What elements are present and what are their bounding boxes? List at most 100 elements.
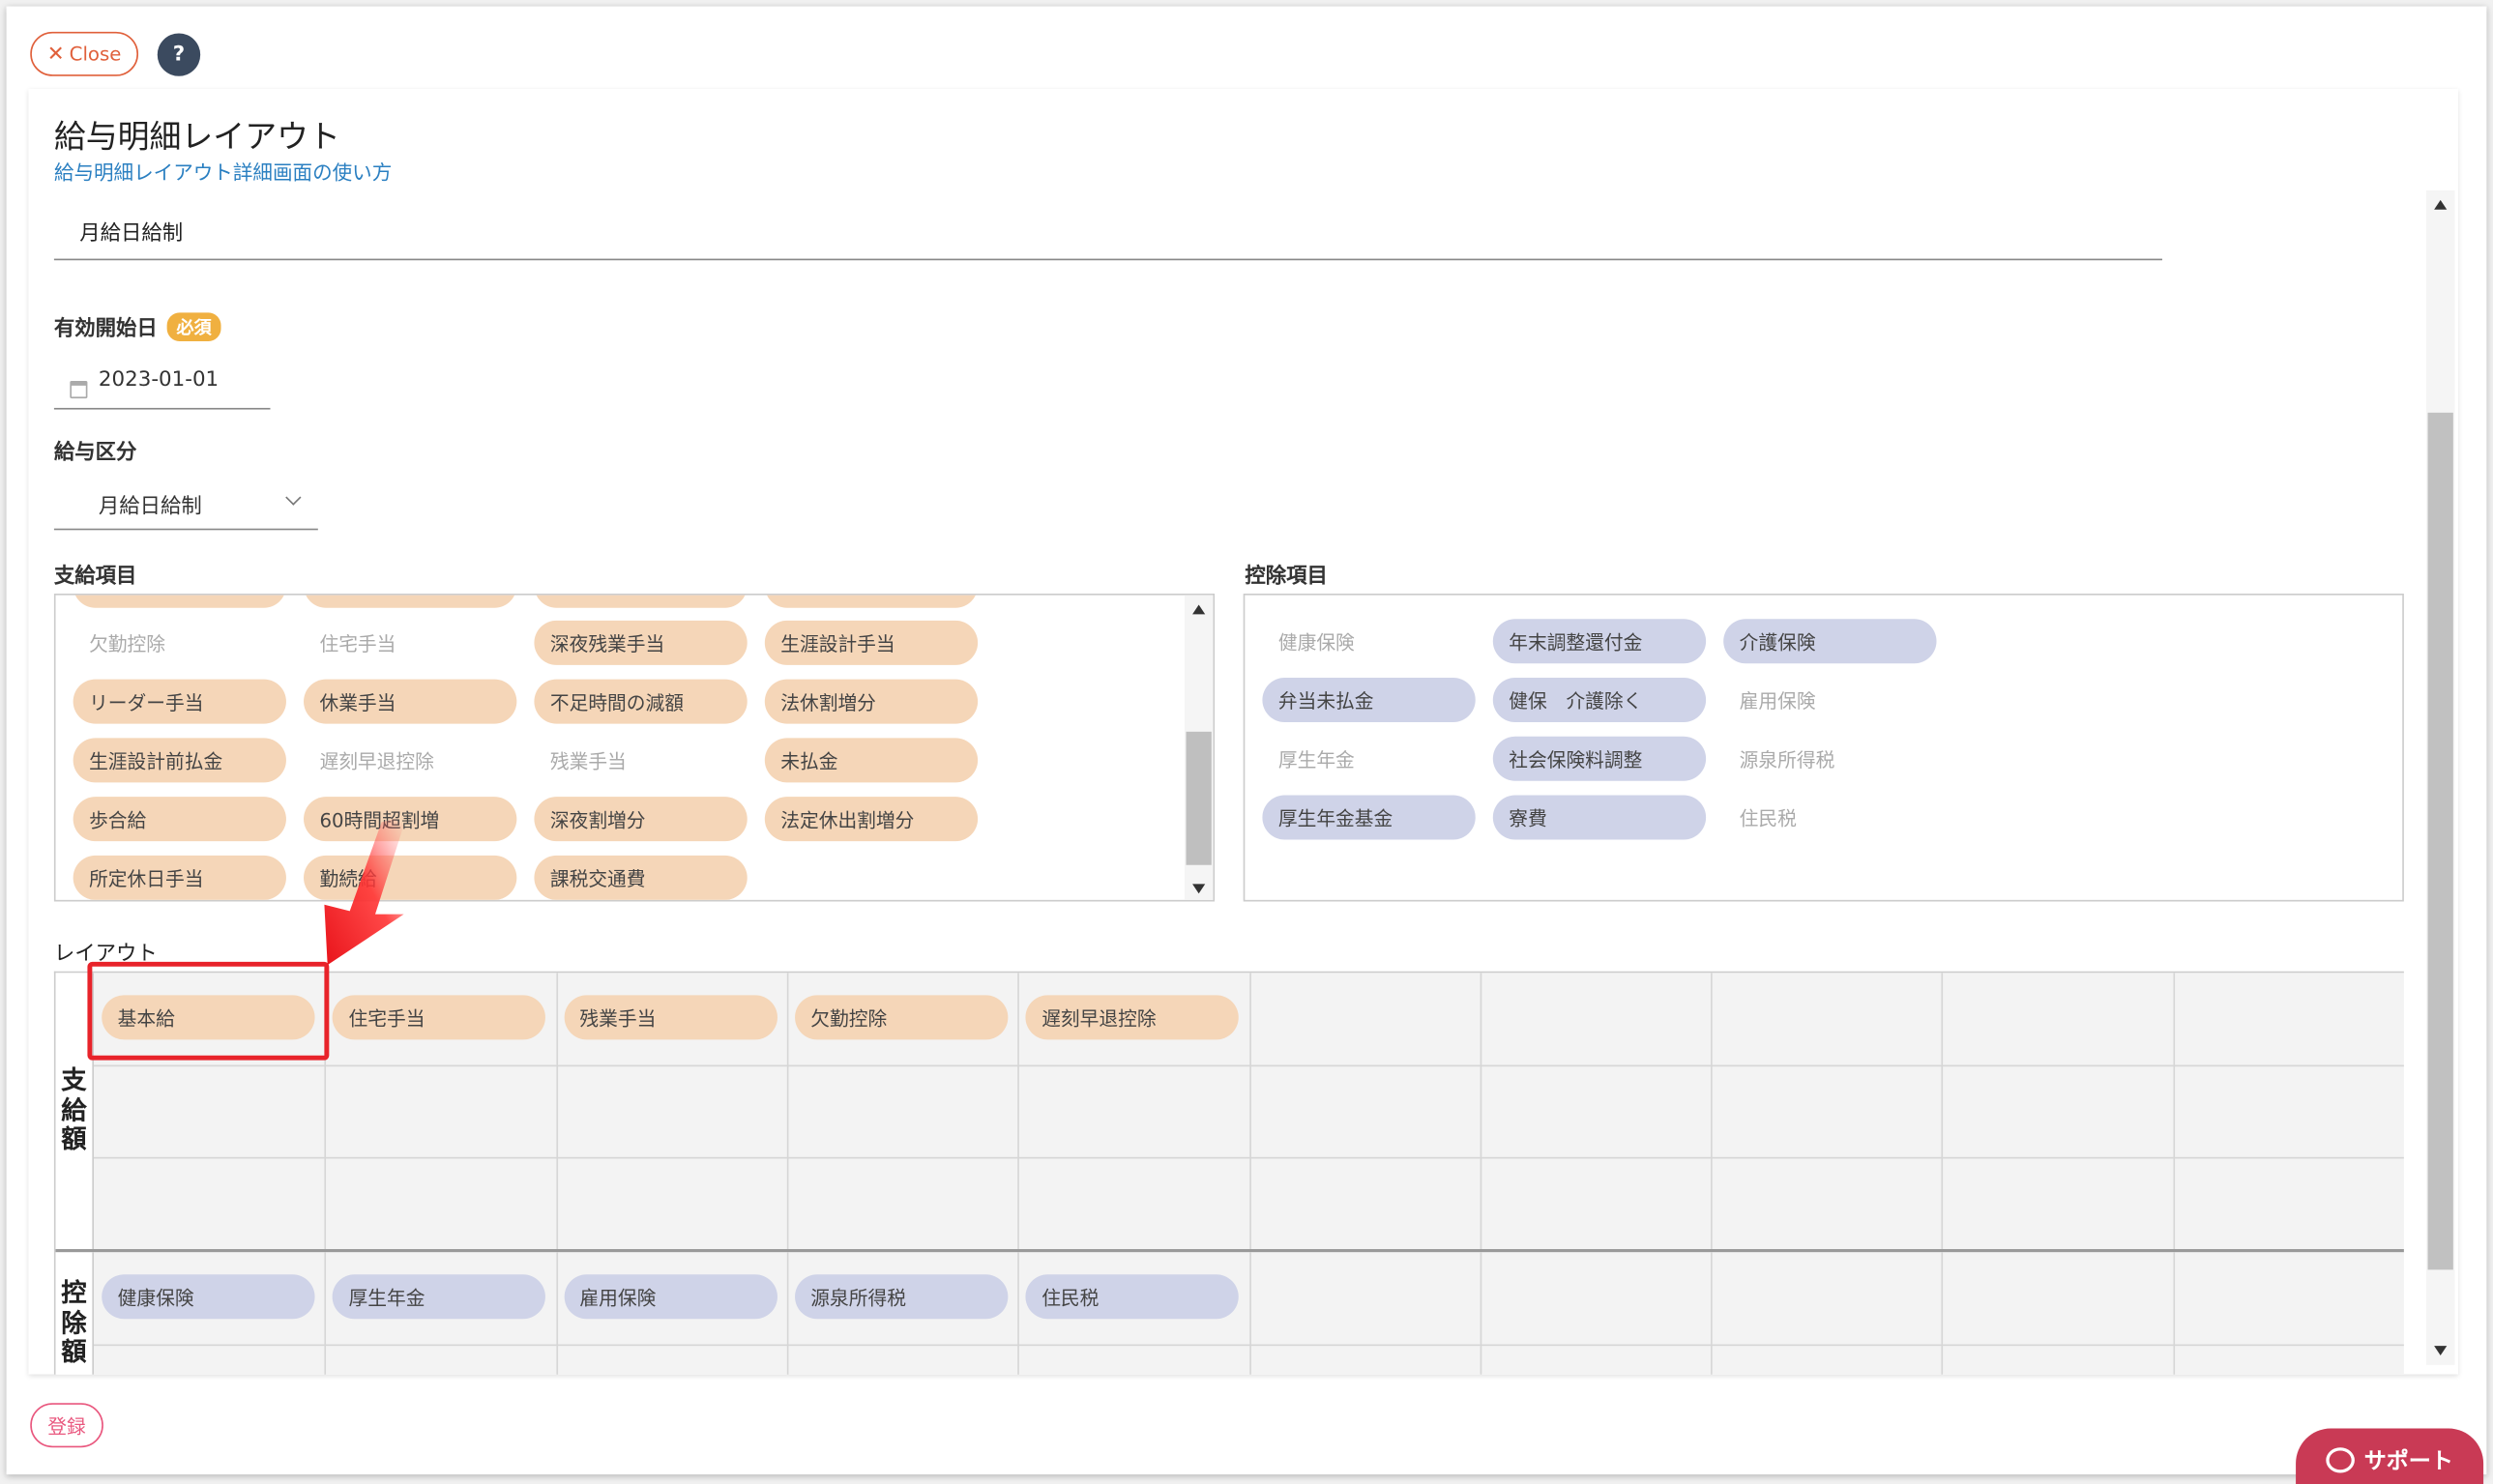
grid-column-line: [786, 973, 789, 1250]
item-chip[interactable]: 遅刻早退控除: [1025, 995, 1240, 1040]
item-chip[interactable]: 弁当未払金: [1262, 678, 1476, 722]
item-chip[interactable]: 法休割増分: [764, 679, 979, 724]
scrollbar-thumb[interactable]: [2427, 412, 2453, 1270]
item-chip[interactable]: 残業手当: [534, 738, 747, 782]
grid-column-line: [2172, 973, 2175, 1250]
scroll-up-icon[interactable]: [1192, 604, 1206, 615]
item-chip[interactable]: 住民税: [1723, 795, 1936, 839]
support-button[interactable]: サポート: [2296, 1428, 2484, 1484]
item-chip[interactable]: 年末調整還付金: [1492, 619, 1707, 664]
pointer-arrow-icon: [324, 819, 404, 966]
page-title: 給与明細レイアウト: [53, 117, 340, 156]
item-chip[interactable]: 課税交通費: [534, 855, 748, 900]
item-chip[interactable]: 残業手当: [563, 995, 777, 1040]
item-chip[interactable]: 介護保険: [1723, 619, 1937, 664]
grid-row-line: [94, 1156, 2404, 1159]
layout-modal: ✕ Close ? 給与明細レイアウト 給与明細レイアウト詳細画面の使い方 月給…: [6, 6, 2487, 1475]
item-chip[interactable]: 欠勤控除: [794, 995, 1009, 1040]
screen: ✕ Close ? 給与明細レイアウト 給与明細レイアウト詳細画面の使い方 月給…: [0, 0, 2493, 1484]
grid-column-line: [1248, 973, 1251, 1250]
item-chip[interactable]: 源泉所得税: [794, 1274, 1009, 1320]
grid-column-line: [1017, 1252, 1020, 1375]
item-chip[interactable]: 住宅手当: [304, 621, 516, 665]
pay-type-select[interactable]: 月給日給制: [53, 477, 318, 531]
item-chip[interactable]: 深夜割増分: [534, 797, 748, 842]
scroll-down-icon[interactable]: [1192, 884, 1206, 894]
help-link[interactable]: 給与明細レイアウト詳細画面の使い方: [54, 156, 392, 186]
pay-type-label: 給与区分: [53, 441, 137, 466]
payment-chip-partial[interactable]: [73, 595, 286, 608]
item-chip[interactable]: 厚生年金: [1262, 737, 1475, 781]
item-chip[interactable]: 生涯設計前払金: [73, 738, 286, 783]
payment-chip-partial[interactable]: [764, 595, 979, 608]
item-chip[interactable]: 歩合給: [73, 797, 286, 842]
deduction-side-text: 控除額: [61, 1278, 87, 1367]
item-chip[interactable]: 厚生年金: [333, 1274, 546, 1320]
start-date-input[interactable]: 2023-01-01: [53, 359, 271, 410]
deduction-section-label: 控除額: [55, 1252, 95, 1375]
grid-column-line: [324, 1252, 327, 1375]
chat-bubble-icon: [2326, 1447, 2355, 1473]
close-label: Close: [69, 43, 122, 66]
item-chip[interactable]: 生涯設計手当: [764, 620, 979, 665]
chevron-down-icon: [285, 489, 302, 506]
item-chip[interactable]: 未払金: [764, 738, 979, 783]
item-chip[interactable]: 厚生年金基金: [1262, 795, 1476, 840]
item-chip[interactable]: 寮費: [1492, 795, 1707, 840]
item-chip[interactable]: 遅刻早退控除: [304, 738, 516, 782]
scroll-down-icon[interactable]: [2434, 1346, 2448, 1356]
payment-side-text: 支給額: [61, 1065, 87, 1154]
layout-grid: 支給額 基本給 住宅手当 残業手当 欠勤控除 遅刻早退控除 控除額 健康保険 厚生年金 雇用…: [53, 971, 2404, 1375]
scroll-up-icon[interactable]: [2434, 199, 2448, 210]
grid-column-line: [1480, 1252, 1481, 1375]
item-chip[interactable]: 住民税: [1025, 1274, 1240, 1320]
item-chip[interactable]: 雇用保険: [563, 1274, 777, 1320]
payment-chip-partial[interactable]: [534, 595, 748, 608]
payment-items-box: 欠勤控除 住宅手当 深夜残業手当 生涯設計手当リーダー手当 休業手当 不足時間の減額 法休割…: [53, 593, 1216, 902]
deduction-layout-area: 健康保険 厚生年金 雇用保険 源泉所得税 住民税: [94, 1252, 2404, 1375]
item-chip[interactable]: 法定休出割増分: [764, 797, 979, 842]
help-button[interactable]: ?: [157, 33, 201, 76]
item-chip[interactable]: 住宅手当: [333, 995, 546, 1040]
item-chip[interactable]: 欠勤控除: [73, 621, 286, 665]
support-label: サポート: [2363, 1448, 2453, 1475]
item-chip[interactable]: 源泉所得税: [1723, 737, 1936, 781]
deduction-items-label: 控除項目: [1245, 565, 1328, 590]
calendar-icon: [70, 381, 88, 399]
register-button[interactable]: 登録: [30, 1403, 103, 1448]
required-badge: 必須: [166, 312, 221, 341]
item-chip[interactable]: 所定休日手当: [73, 855, 286, 900]
grid-row-line: [94, 1344, 2404, 1347]
payment-layout-area: 基本給 住宅手当 残業手当 欠勤控除 遅刻早退控除: [94, 973, 2404, 1250]
payment-items-label: 支給項目: [53, 565, 137, 590]
close-button[interactable]: ✕ Close: [30, 31, 139, 76]
grid-column-line: [2172, 1252, 2175, 1375]
item-chip[interactable]: リーダー手当: [73, 679, 286, 724]
payment-items-scrollbar[interactable]: [1184, 595, 1214, 900]
start-date-label: 有効開始日 必須: [54, 311, 221, 341]
payment-chip-partial[interactable]: [304, 595, 517, 608]
start-date-label-text: 有効開始日: [53, 317, 158, 341]
item-chip[interactable]: 社会保険料調整: [1492, 736, 1707, 781]
modal-scrollbar[interactable]: [2425, 190, 2455, 1365]
item-chip[interactable]: 健康保険: [1262, 619, 1475, 663]
layout-name-input[interactable]: 月給日給制: [53, 200, 2162, 261]
close-icon: ✕: [46, 42, 65, 67]
item-chip[interactable]: 深夜残業手当: [534, 620, 748, 665]
grid-column-line: [1480, 973, 1481, 1250]
item-chip[interactable]: 休業手当: [304, 679, 517, 724]
deduction-items-box: 健康保険 年末調整還付金 介護保険弁当未払金 健保 介護除く 雇用保険厚生年金 社会保険料…: [1243, 593, 2404, 902]
item-chip[interactable]: 健保 介護除く: [1492, 678, 1707, 722]
item-chip[interactable]: 雇用保険: [1723, 678, 1936, 722]
grid-column-line: [1942, 973, 1944, 1250]
highlight-box: [87, 961, 330, 1061]
grid-column-line: [1711, 973, 1713, 1250]
modal-content: 給与明細レイアウト 給与明細レイアウト詳細画面の使い方 月給日給制 有効開始日必…: [29, 89, 2458, 1375]
grid-column-line: [555, 1252, 558, 1375]
pay-type-value: 月給日給制: [98, 495, 202, 519]
item-chip[interactable]: 健康保険: [102, 1274, 315, 1320]
scrollbar-thumb[interactable]: [1186, 731, 1212, 865]
grid-column-line: [786, 1252, 789, 1375]
item-chip[interactable]: 不足時間の減額: [534, 679, 748, 724]
grid-column-line: [555, 973, 558, 1250]
